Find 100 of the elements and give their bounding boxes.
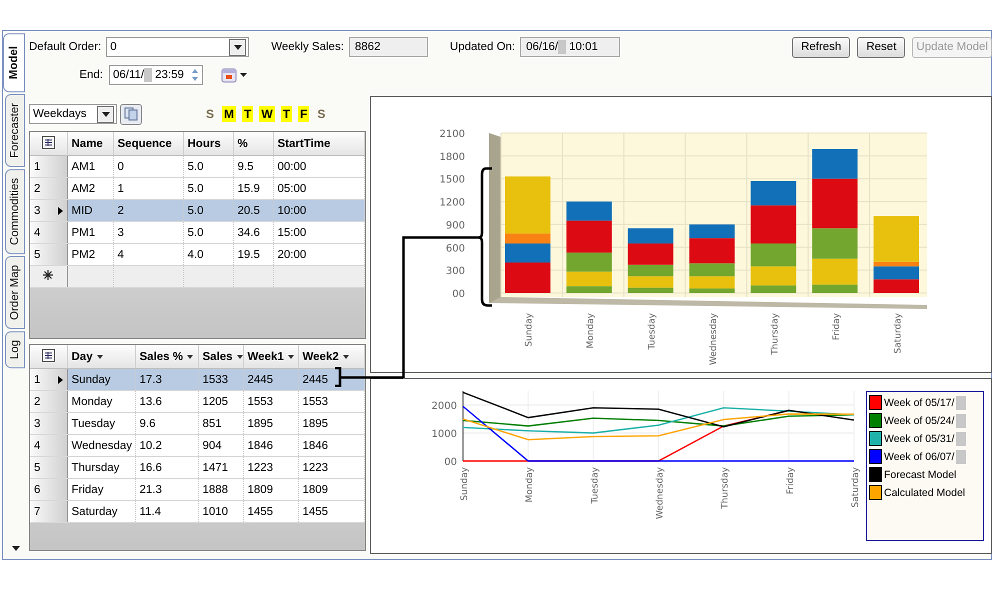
column-header[interactable]: Hours <box>183 132 233 156</box>
row-header[interactable]: 1 <box>30 368 67 390</box>
table-cell: 1809 <box>298 478 364 500</box>
day-toggle[interactable]: T <box>280 106 292 122</box>
table-cell: 15:00 <box>273 222 364 244</box>
table-cell: 1455 <box>298 500 364 522</box>
table-cell: 1553 <box>243 390 298 412</box>
column-header[interactable]: Sales % <box>135 345 198 368</box>
table-cell: Thursday <box>67 456 135 478</box>
axis-tick-label: 1200 <box>440 198 465 209</box>
column-header[interactable]: % <box>233 132 273 156</box>
table-cell: 2445 <box>243 368 298 390</box>
table-cell: 9.6 <box>135 412 198 434</box>
column-header[interactable]: Name <box>67 132 113 156</box>
table-cell: AM2 <box>67 178 113 200</box>
table-cell: 1895 <box>243 412 298 434</box>
table-cell: Saturday <box>67 500 135 522</box>
legend-label: Week of 05/31/ <box>884 432 954 444</box>
row-header[interactable]: 5 <box>30 244 67 266</box>
axis-tick-label: 900 <box>446 220 465 232</box>
row-header[interactable]: 6 <box>30 478 67 500</box>
weekly-sales-field[interactable]: 8862 <box>348 37 428 57</box>
column-header[interactable]: Sales <box>198 345 243 368</box>
weekdays-dropdown[interactable]: Weekdays <box>29 104 117 124</box>
table-cell: 1010 <box>198 500 243 522</box>
row-header[interactable]: 2 <box>30 178 67 200</box>
axis-category-label: Wednesday <box>656 467 666 520</box>
axis-tick-label: 1800 <box>440 152 465 163</box>
table-cell: Tuesday <box>67 412 135 434</box>
updated-on-field[interactable]: 06/16/ 10:01 <box>520 37 620 57</box>
column-header[interactable]: Day <box>67 345 135 368</box>
table-cell: 1205 <box>198 390 243 412</box>
side-tab[interactable]: Forecaster <box>5 94 25 168</box>
row-header[interactable]: 2 <box>30 390 67 412</box>
axis-category-label: Monday <box>525 467 536 503</box>
column-header[interactable]: Sequence <box>113 132 183 156</box>
table-cell: 00:00 <box>273 156 364 178</box>
table-cell: 5.0 <box>183 156 233 178</box>
row-header[interactable]: 1 <box>30 156 67 178</box>
table-cell: 9.5 <box>233 156 273 178</box>
legend-label: Forecast Model <box>884 468 956 480</box>
side-tab[interactable]: Model <box>3 33 25 92</box>
default-order-dropdown[interactable]: 0 <box>106 37 250 57</box>
table-cell: 10.2 <box>135 434 198 456</box>
axis-tick-label: 1500 <box>440 174 465 186</box>
day-toggle[interactable]: T <box>242 106 254 122</box>
end-date-field[interactable]: 06/11/ 23:59 <box>109 65 203 85</box>
table-cell: 1846 <box>243 434 298 456</box>
day-toggle[interactable]: M <box>222 106 236 122</box>
table-cell: 05:00 <box>273 178 364 200</box>
table-cell: MID <box>67 200 113 222</box>
axis-tick-label: 600 <box>446 243 465 254</box>
day-toggle[interactable]: W <box>259 106 275 122</box>
axis-tick-label: 2100 <box>440 129 465 140</box>
side-tab[interactable]: Commodities <box>5 169 25 254</box>
table-cell: 5.0 <box>183 178 233 200</box>
axis-category-label: Saturday <box>893 313 904 354</box>
axis-category-label: Tuesday <box>648 313 658 350</box>
table-cell: PM2 <box>67 244 113 266</box>
axis-category-label: Friday <box>832 313 842 340</box>
table-cell: 5.0 <box>183 200 233 222</box>
axis-category-label: Wednesday <box>709 313 719 366</box>
legend-label: Week of 06/07/ <box>884 450 954 462</box>
day-toggle[interactable]: S <box>315 106 328 122</box>
table-cell: 21.3 <box>135 478 198 500</box>
table-cell: 11.4 <box>135 500 198 522</box>
table-cell: PM1 <box>67 222 113 244</box>
axis-tick-label: 00 <box>444 457 457 468</box>
table-cell: 20.5 <box>233 200 273 222</box>
table-cell: 851 <box>198 412 243 434</box>
side-tab[interactable]: Order Map <box>5 256 25 330</box>
table-cell: Sunday <box>67 368 135 390</box>
action-button[interactable]: Refresh <box>792 36 850 58</box>
row-header[interactable]: 3 <box>30 412 67 434</box>
table-cell: 1223 <box>243 456 298 478</box>
table-cell: 13.6 <box>135 390 198 412</box>
table-cell: 1533 <box>198 368 243 390</box>
table-cell: 904 <box>198 434 243 456</box>
day-toggle[interactable]: F <box>298 106 310 122</box>
column-header[interactable]: StartTime <box>273 132 364 156</box>
day-toggle[interactable]: S <box>204 106 216 122</box>
field-label: Default Order: <box>29 41 102 53</box>
side-tab[interactable]: Log <box>5 331 25 368</box>
table-cell: AM1 <box>67 156 113 178</box>
action-button[interactable]: Reset <box>857 36 906 58</box>
column-header[interactable]: Week1 <box>243 345 298 368</box>
column-header[interactable]: Week2 <box>298 345 364 368</box>
row-header[interactable]: 4 <box>30 434 67 456</box>
table-cell: Monday <box>67 390 135 412</box>
axis-category-label: Thursday <box>770 313 780 355</box>
row-header[interactable]: 3 <box>30 200 67 222</box>
row-header[interactable]: 7 <box>30 500 67 522</box>
table-cell: 0 <box>113 156 183 178</box>
axis-category-label: Sunday <box>524 313 535 347</box>
field-label: Weekly Sales: <box>271 41 344 53</box>
row-header[interactable]: 5 <box>30 456 67 478</box>
axis-tick-label: 300 <box>446 266 465 278</box>
table-cell: 34.6 <box>233 222 273 244</box>
row-header[interactable]: 4 <box>30 222 67 244</box>
table-cell: 1455 <box>243 500 298 522</box>
